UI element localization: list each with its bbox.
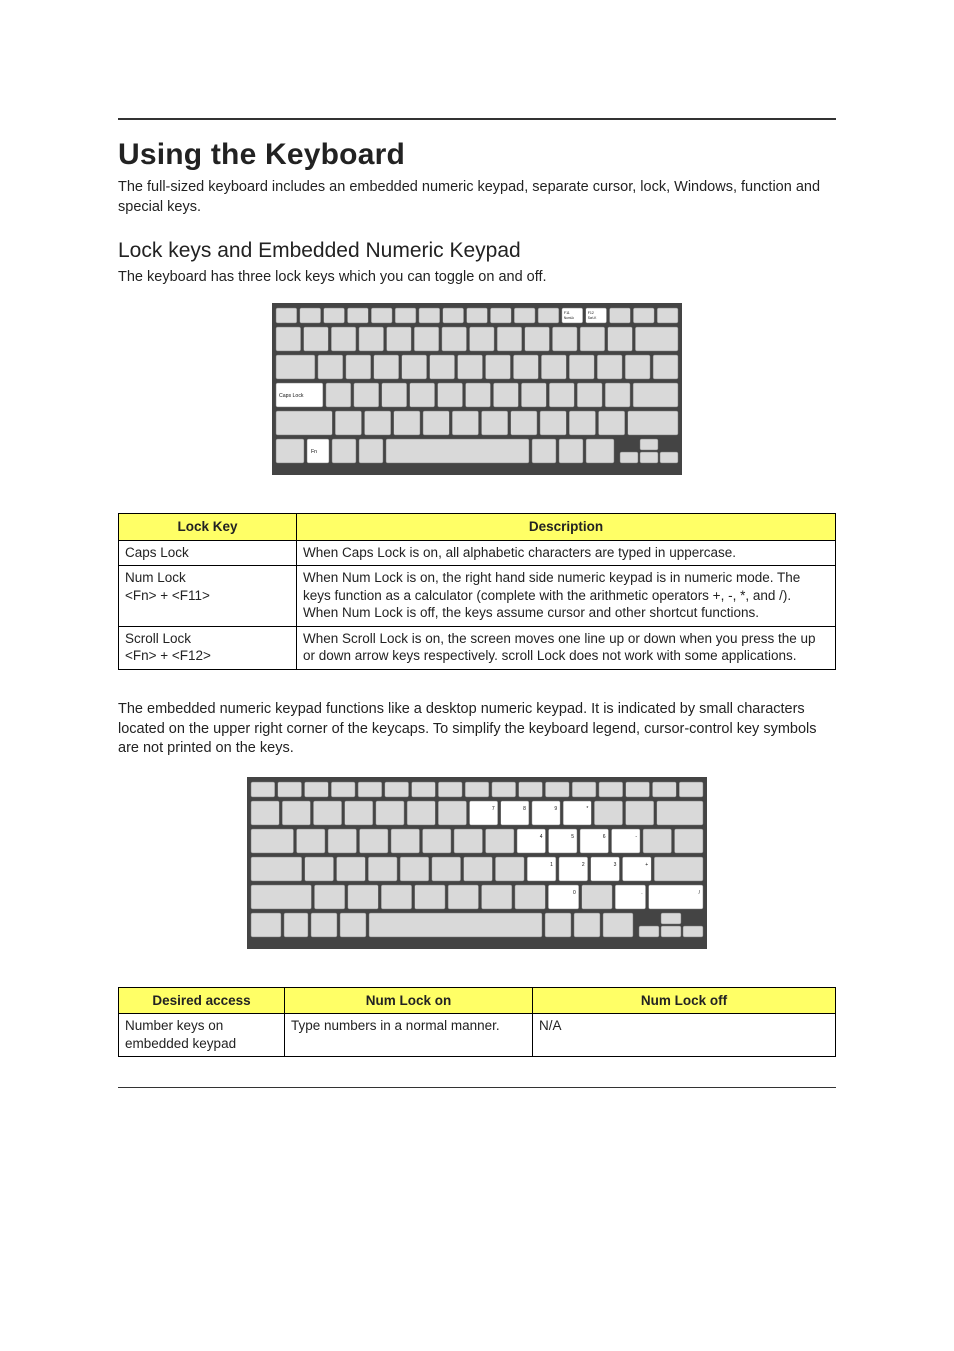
numeric-keypad-paragraph: The embedded numeric keypad functions li… — [118, 700, 836, 759]
lock-keys-table: Lock Key Description Caps Lock When Caps… — [118, 513, 836, 670]
table-row: Num Lock <Fn> + <F11> When Num Lock is o… — [119, 566, 836, 627]
table-row: Number keys on embedded keypad Type numb… — [119, 1014, 836, 1057]
lock-desc-cell: When Scroll Lock is on, the screen moves… — [297, 626, 836, 669]
svg-text:NumLk: NumLk — [564, 316, 575, 320]
lock-key-cell: Num Lock <Fn> + <F11> — [119, 566, 297, 627]
keyboard-numpad-illustration: 789* 456- 123+ 0./ — [118, 777, 836, 957]
svg-text:.: . — [641, 890, 642, 896]
lock-desc-cell: When Num Lock is on, the right hand side… — [297, 566, 836, 627]
numlock-access-table: Desired access Num Lock on Num Lock off … — [118, 987, 836, 1058]
access-cell-1: Number keys on embedded keypad — [119, 1014, 285, 1057]
svg-text:7: 7 — [492, 806, 495, 812]
lock-key-cell: Caps Lock — [119, 540, 297, 566]
access-cell-2: Type numbers in a normal manner. — [285, 1014, 533, 1057]
svg-text:F11: F11 — [564, 311, 570, 315]
svg-text:9: 9 — [554, 806, 557, 812]
svg-text:ScrLK: ScrLK — [588, 316, 598, 320]
keyboard-svg-1: F11NumLk F12ScrLK Caps Lock Fn — [272, 303, 682, 483]
keyboard-lock-illustration: F11NumLk F12ScrLK Caps Lock Fn — [118, 303, 836, 483]
table-row: Caps Lock When Caps Lock is on, all alph… — [119, 540, 836, 566]
section-subheading: Lock keys and Embedded Numeric Keypad — [118, 239, 836, 263]
top-rule — [118, 118, 836, 120]
svg-text:F12: F12 — [588, 311, 594, 315]
keyboard-svg-2: 789* 456- 123+ 0./ — [247, 777, 707, 957]
lock-table-header-desc: Description — [297, 514, 836, 541]
lock-key-cell: Scroll Lock <Fn> + <F12> — [119, 626, 297, 669]
svg-text:8: 8 — [523, 806, 526, 812]
access-header-3: Num Lock off — [533, 987, 836, 1014]
svg-text:3: 3 — [614, 862, 617, 868]
access-header-2: Num Lock on — [285, 987, 533, 1014]
page-title: Using the Keyboard — [118, 138, 836, 172]
svg-text:4: 4 — [540, 834, 543, 840]
svg-text:0: 0 — [573, 890, 576, 896]
svg-text:+: + — [645, 862, 648, 868]
svg-text:2: 2 — [582, 862, 585, 868]
lock-table-header-key: Lock Key — [119, 514, 297, 541]
svg-text:*: * — [586, 806, 588, 812]
svg-text:1: 1 — [550, 862, 553, 868]
access-cell-3: N/A — [533, 1014, 836, 1057]
table-row: Scroll Lock <Fn> + <F12> When Scroll Loc… — [119, 626, 836, 669]
svg-text:Fn: Fn — [311, 449, 317, 455]
access-header-1: Desired access — [119, 987, 285, 1014]
lock-desc-cell: When Caps Lock is on, all alphabetic cha… — [297, 540, 836, 566]
svg-text:5: 5 — [571, 834, 574, 840]
section-subtext: The keyboard has three lock keys which y… — [118, 269, 836, 285]
intro-paragraph: The full-sized keyboard includes an embe… — [118, 178, 836, 217]
bottom-rule — [118, 1087, 836, 1088]
svg-text:Caps Lock: Caps Lock — [279, 393, 304, 399]
svg-text:6: 6 — [603, 834, 606, 840]
